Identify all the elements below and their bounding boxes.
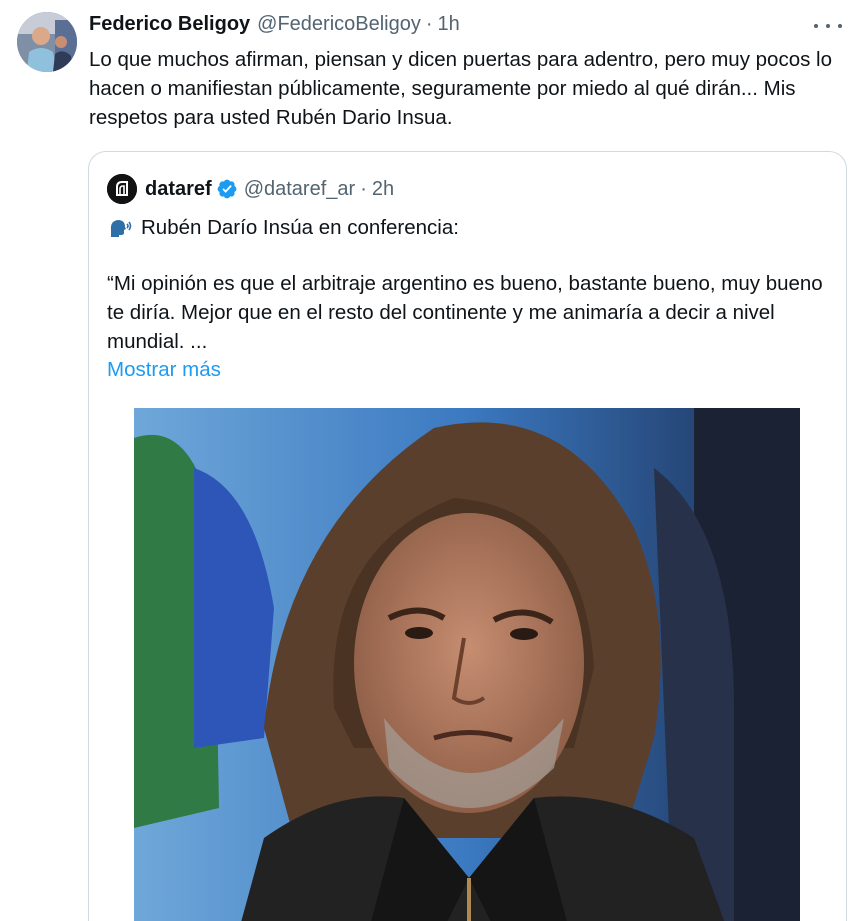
quoted-lead: Rubén Darío Insúa en conferencia: [107, 213, 459, 243]
separator: · [425, 13, 433, 35]
show-more-link[interactable]: Mostrar más [107, 358, 221, 382]
verified-badge-icon [217, 179, 237, 199]
quoted-lead-text: Rubén Darío Insúa en conferencia: [141, 216, 459, 239]
quoted-author-name[interactable]: dataref [145, 178, 212, 201]
quoted-header: dataref @dataref_ar · 2h [107, 174, 394, 204]
tweet[interactable]: Federico Beligoy @FedericoBeligoy · 1h L… [0, 0, 862, 921]
author-avatar[interactable] [17, 12, 77, 72]
author-name[interactable]: Federico Beligoy [89, 13, 250, 36]
quoted-tweet[interactable]: dataref @dataref_ar · 2h Rubén Darío Ins… [88, 151, 847, 921]
quoted-separator: · [360, 177, 367, 200]
quoted-avatar[interactable] [107, 174, 137, 204]
tweet-text: Lo que muchos afirman, piensan y dicen p… [89, 48, 832, 129]
more-options-icon[interactable] [814, 18, 842, 34]
speaking-head-icon [110, 220, 132, 237]
quoted-time[interactable]: 2h [372, 178, 394, 201]
quoted-text: “Mi opinión es que el arbitraje argentin… [107, 272, 823, 353]
tweet-header: Federico Beligoy @FedericoBeligoy · 1h [89, 13, 460, 41]
photo-of-man-in-leather-jacket-icon [134, 408, 800, 921]
quoted-author-handle[interactable]: @dataref_ar [244, 178, 355, 201]
tweet-time[interactable]: 1h [438, 13, 460, 36]
author-handle[interactable]: @FedericoBeligoy [257, 13, 421, 36]
profile-photo-icon [17, 12, 77, 72]
dataref-logo-icon [107, 174, 137, 204]
quoted-media[interactable] [134, 408, 800, 921]
